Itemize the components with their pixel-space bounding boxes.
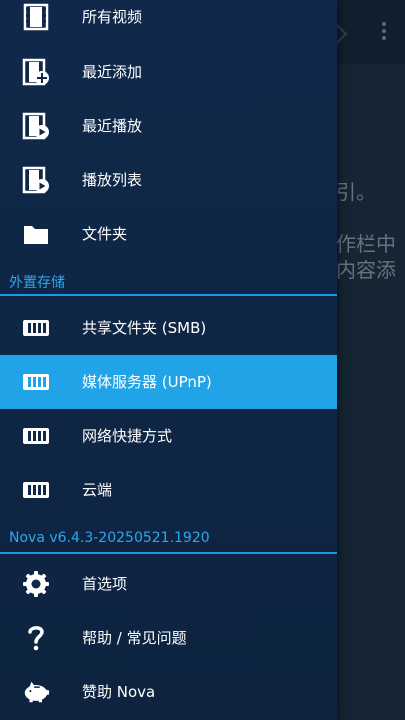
nas-icon — [22, 368, 50, 396]
drawer-item-smb[interactable]: 共享文件夹 (SMB) — [0, 301, 337, 355]
drawer-item-cloud[interactable]: 云端 — [0, 463, 337, 517]
drawer-item-folders[interactable]: 文件夹 — [0, 207, 337, 261]
film-add-icon — [22, 58, 50, 86]
drawer-item-sponsor[interactable]: 赞助 Nova — [0, 665, 337, 719]
film-play-icon — [22, 112, 50, 140]
version-text: Nova v6.4.3-20250521.1920 — [9, 530, 210, 546]
drawer-item-recently-played[interactable]: 最近播放 — [0, 99, 337, 153]
drawer-item-label: 网络快捷方式 — [82, 427, 173, 445]
question-icon — [22, 624, 50, 652]
drawer-item-all-videos[interactable]: 所有视频 — [0, 0, 337, 44]
drawer-item-playlists[interactable]: 播放列表 — [0, 153, 337, 207]
gear-icon — [22, 570, 50, 598]
section-header-version: Nova v6.4.3-20250521.1920 — [0, 524, 337, 554]
nas-icon — [22, 476, 50, 504]
drawer-item-label: 共享文件夹 (SMB) — [82, 319, 207, 337]
drawer-item-label: 播放列表 — [82, 171, 143, 189]
section-title: 外置存储 — [9, 275, 65, 291]
drawer-item-upnp[interactable]: 媒体服务器 (UPnP) — [0, 355, 337, 409]
drawer-item-label: 赞助 Nova — [82, 683, 156, 701]
drawer-item-network-shortcuts[interactable]: 网络快捷方式 — [0, 409, 337, 463]
drawer-item-label: 首选项 — [82, 575, 128, 593]
playlist-icon — [22, 166, 50, 194]
film-icon — [22, 3, 50, 31]
section-divider — [0, 552, 337, 554]
drawer-item-help-faq[interactable]: 帮助 / 常见问题 — [0, 611, 337, 665]
navigation-drawer: 所有视频 最近添加 最近播放 播放列表 文件夹 外置存储 共享文件夹 (SMB) — [0, 0, 337, 720]
drawer-item-label: 媒体服务器 (UPnP) — [82, 373, 212, 391]
section-divider — [0, 294, 337, 296]
nas-icon — [22, 422, 50, 450]
section-header-external-storage: 外置存储 — [0, 266, 337, 296]
drawer-item-recently-added[interactable]: 最近添加 — [0, 45, 337, 99]
drawer-item-label: 最近播放 — [82, 117, 143, 135]
drawer-item-label: 帮助 / 常见问题 — [82, 629, 187, 647]
drawer-item-label: 最近添加 — [82, 63, 143, 81]
drawer-item-label: 云端 — [82, 481, 113, 499]
drawer-item-label: 文件夹 — [82, 225, 128, 243]
piggy-bank-icon — [22, 678, 50, 706]
drawer-item-preferences[interactable]: 首选项 — [0, 557, 337, 611]
folder-icon — [22, 220, 50, 248]
nas-icon — [22, 314, 50, 342]
drawer-item-label: 所有视频 — [82, 8, 143, 26]
